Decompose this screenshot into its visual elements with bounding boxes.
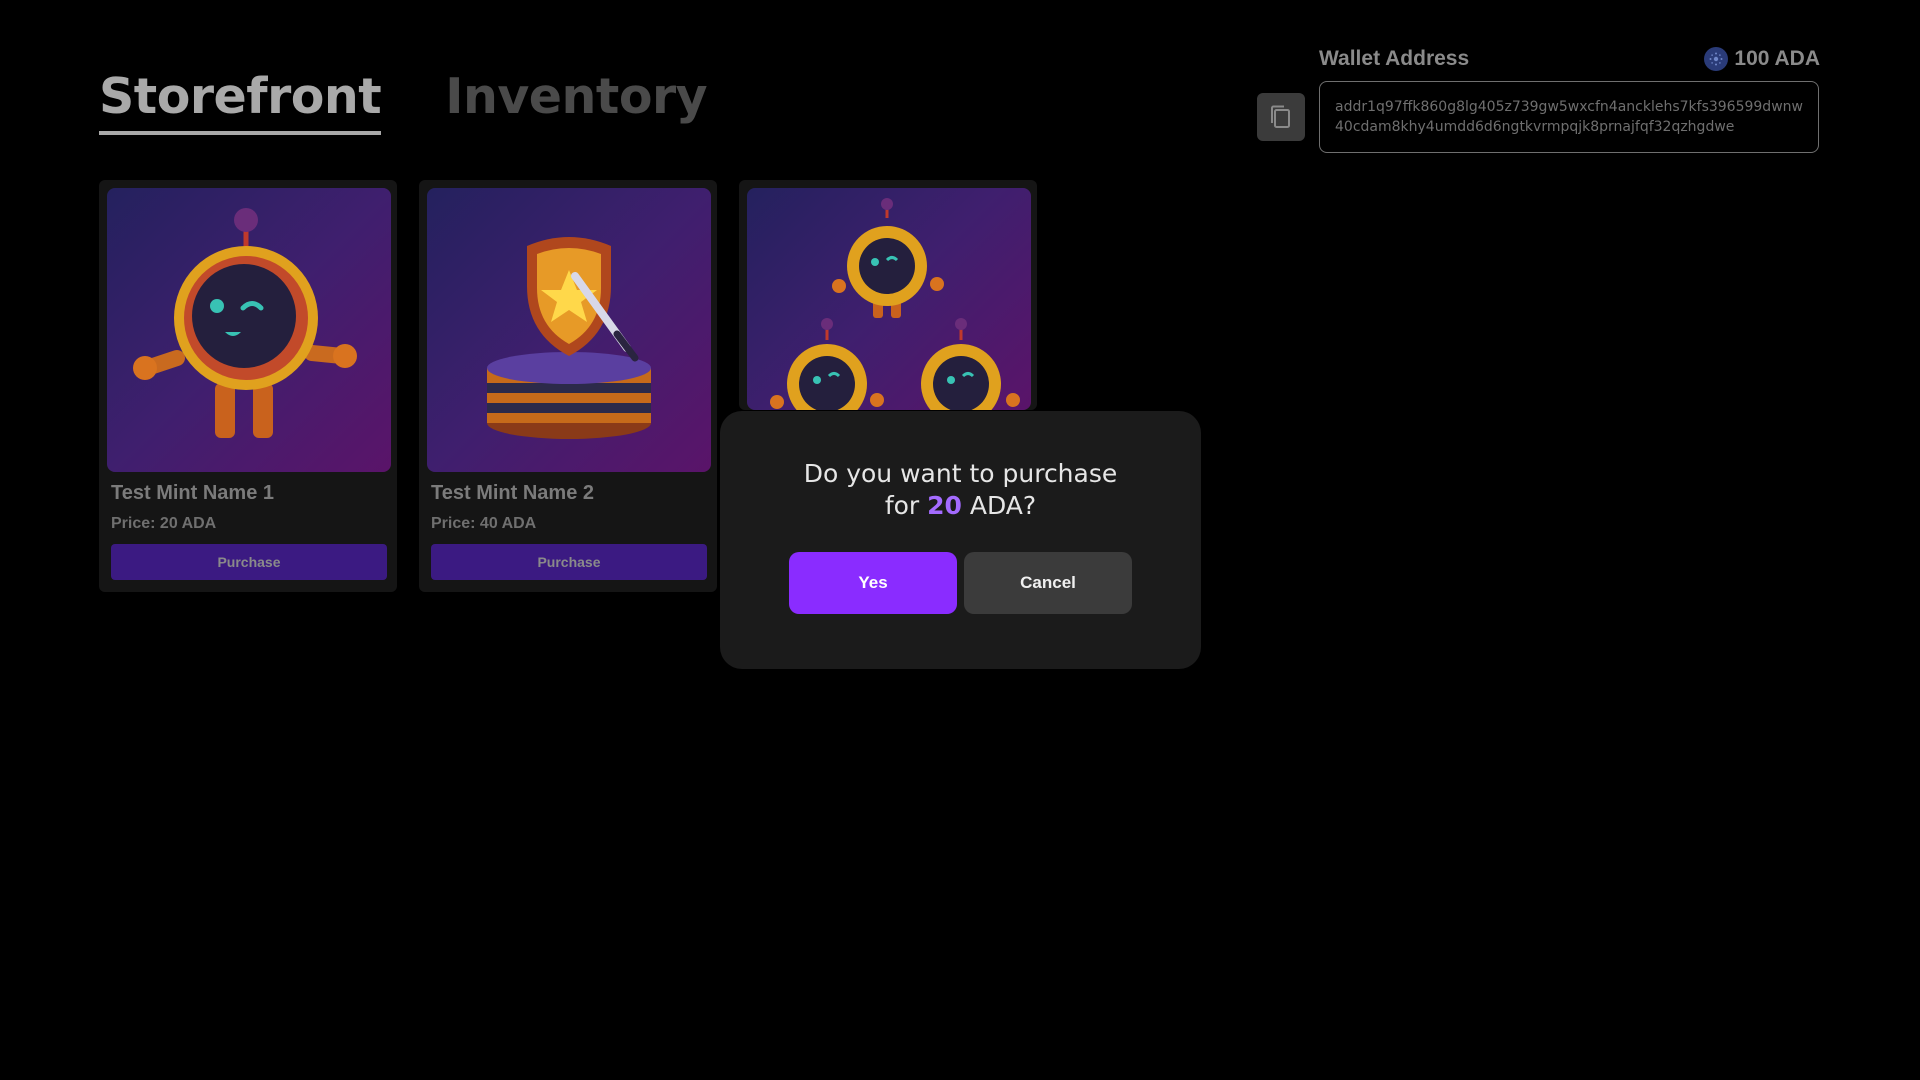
page: Storefront Inventory Wallet Address 100 … [0, 0, 1920, 1080]
product-price: Price: 20 ADA [111, 515, 217, 532]
purchase-confirm-dialog: Do you want to purchase for 20 ADA? Yes … [720, 411, 1201, 669]
copy-address-button[interactable] [1257, 93, 1305, 141]
product-image [427, 188, 711, 472]
confirm-amount: 20 [927, 491, 962, 520]
wallet-balance: 100 ADA [1704, 47, 1820, 71]
yes-button[interactable]: Yes [789, 552, 957, 614]
robot-trio-illustration [770, 198, 1020, 410]
robot-mascot-illustration [133, 208, 357, 438]
purchase-button[interactable]: Purchase [431, 544, 707, 580]
product-card: Test Mint Name 2 Price: 40 ADA Purchase [419, 180, 717, 592]
product-image [747, 188, 1031, 410]
product-name: Test Mint Name 2 [431, 482, 594, 504]
confirm-message-suffix: ADA? [961, 491, 1037, 520]
confirm-message-prefix: for [884, 491, 928, 520]
purchase-button[interactable]: Purchase [111, 544, 387, 580]
product-card: Test Mint Name 1 Price: 20 ADA Purchase [99, 180, 397, 592]
product-card [739, 180, 1037, 410]
wallet-address-field[interactable]: addr1q97ffk860g8lg405z739gw5wxcfn4anckle… [1319, 81, 1819, 153]
shield-sword-pedestal-illustration [487, 237, 651, 439]
confirm-message: Do you want to purchase for 20 ADA? [720, 458, 1201, 522]
product-price: Price: 40 ADA [431, 515, 537, 532]
tab-bar: Storefront Inventory [99, 68, 708, 135]
wallet-address-label: Wallet Address [1319, 47, 1470, 70]
cancel-button[interactable]: Cancel [964, 552, 1132, 614]
ada-coin-icon [1704, 47, 1729, 71]
product-name: Test Mint Name 1 [111, 482, 274, 504]
tab-inventory[interactable]: Inventory [445, 68, 707, 135]
copy-icon [1271, 105, 1290, 128]
product-image [107, 188, 391, 472]
tab-storefront[interactable]: Storefront [99, 68, 382, 135]
balance-amount: 100 ADA [1734, 47, 1820, 70]
confirm-message-line1: Do you want to purchase [803, 459, 1118, 488]
